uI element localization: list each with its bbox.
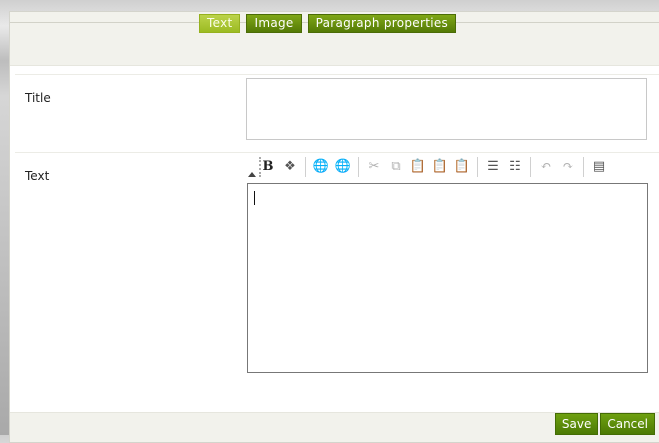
- tab-image[interactable]: Image: [246, 14, 302, 33]
- link-icon[interactable]: 🌐: [311, 157, 331, 177]
- tab-bar: Text Image Paragraph properties: [199, 14, 462, 33]
- tab-paragraph-properties[interactable]: Paragraph properties: [307, 14, 457, 33]
- paste-text-icon[interactable]: 📋: [430, 157, 450, 177]
- source-icon[interactable]: ▤: [589, 157, 609, 177]
- collapse-icon[interactable]: [247, 155, 261, 179]
- editor-toolbar: B ❖ 🌐 🌐 ✂ ⧉ 📋 📋 📋 ☰ ☷ ↶ ↷ ▤: [247, 154, 651, 180]
- toolbar-separator: [530, 157, 531, 177]
- title-label: Title: [25, 91, 51, 105]
- text-editor[interactable]: [247, 183, 648, 373]
- tab-text[interactable]: Text: [199, 14, 241, 33]
- unlink-icon[interactable]: 🌐: [333, 157, 353, 177]
- numbered-list-icon[interactable]: ☰: [483, 157, 503, 177]
- text-label: Text: [25, 169, 50, 183]
- row-separator: [15, 74, 659, 75]
- title-input[interactable]: [246, 78, 647, 140]
- redo-icon[interactable]: ↷: [558, 157, 578, 177]
- form-area: Title Text B ❖ 🌐 🌐 ✂ ⧉ 📋 📋 📋 ☰ ☷ ↶ ↷ ▤: [10, 65, 659, 413]
- undo-icon[interactable]: ↶: [536, 157, 556, 177]
- paste-word-icon[interactable]: 📋: [452, 157, 472, 177]
- bulleted-list-icon[interactable]: ☷: [505, 157, 525, 177]
- toolbar-separator: [477, 157, 478, 177]
- paste-icon[interactable]: 📋: [408, 157, 428, 177]
- toolbar-separator: [305, 157, 306, 177]
- cut-icon[interactable]: ✂: [364, 157, 384, 177]
- text-caret: [254, 191, 255, 205]
- dialog-actions: Save Cancel: [553, 413, 655, 435]
- cancel-button[interactable]: Cancel: [600, 413, 655, 435]
- row-separator: [15, 152, 659, 153]
- style-icon[interactable]: ❖: [280, 157, 300, 177]
- copy-icon[interactable]: ⧉: [386, 157, 406, 177]
- bold-icon[interactable]: B: [258, 157, 278, 177]
- dialog-panel: Text Image Paragraph properties Title Te…: [9, 11, 659, 443]
- toolbar-separator: [358, 157, 359, 177]
- save-button[interactable]: Save: [554, 413, 599, 435]
- toolbar-separator: [583, 157, 584, 177]
